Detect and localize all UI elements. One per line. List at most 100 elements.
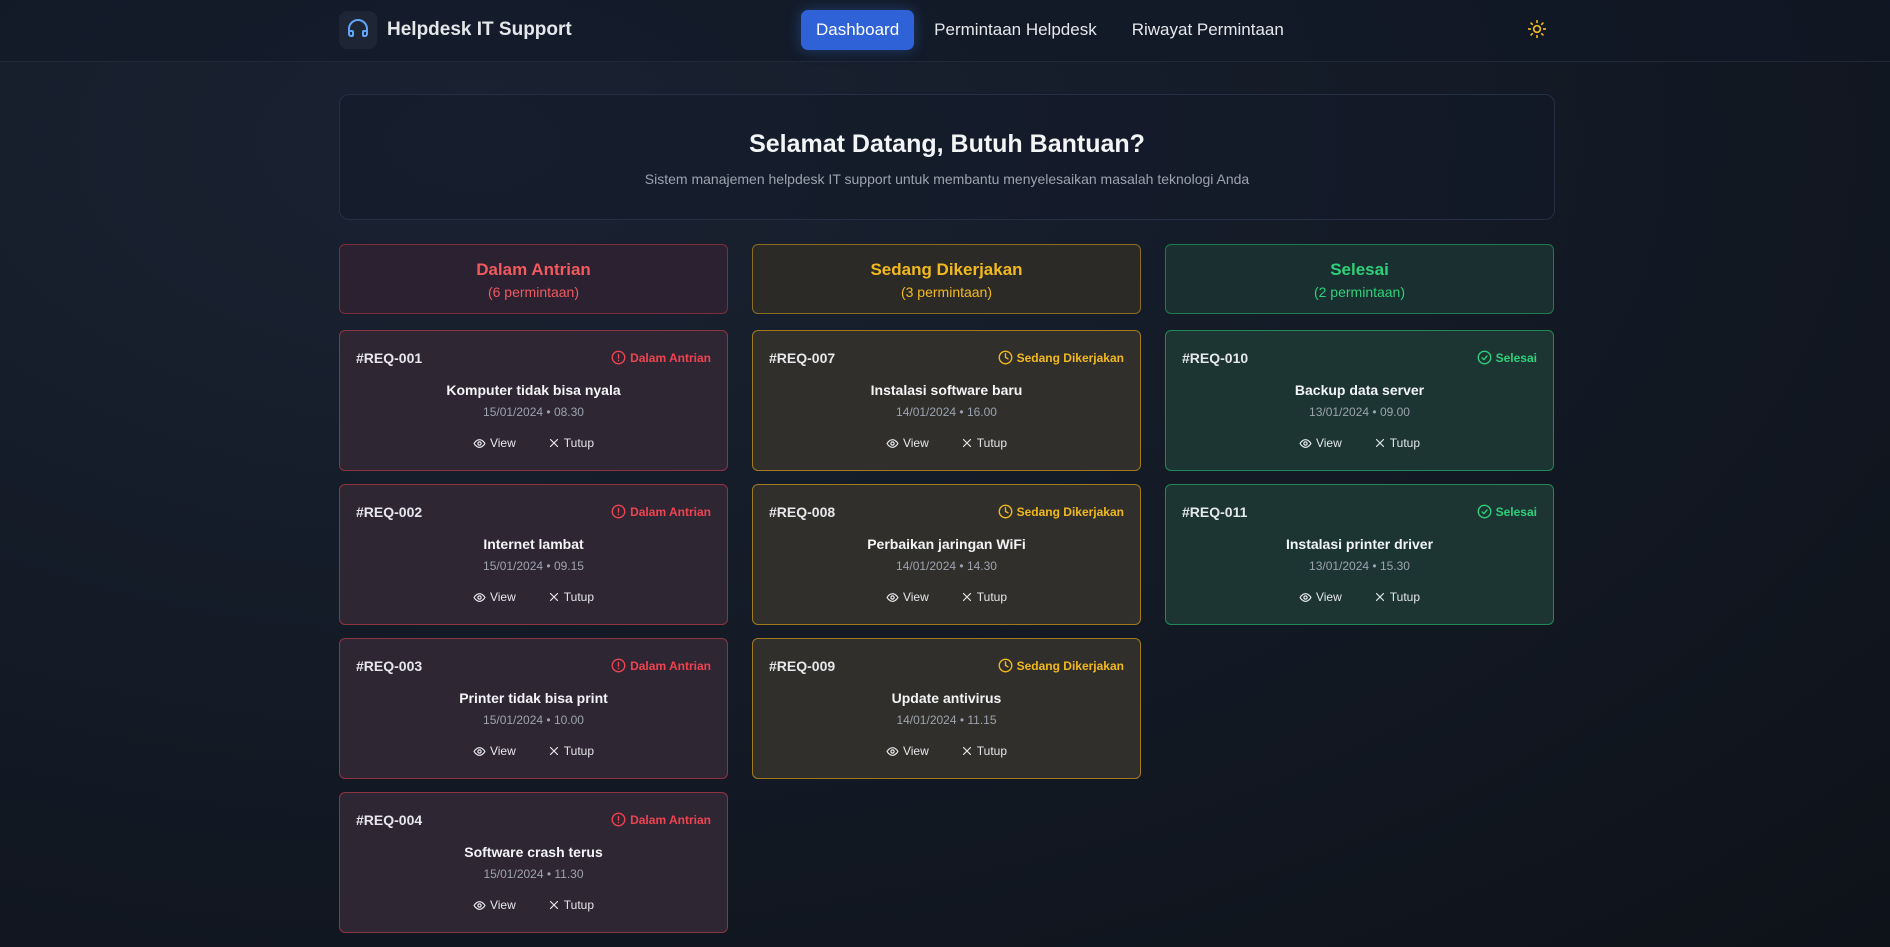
ticket-title: Instalasi software baru [870,382,1023,398]
alert-circle-icon [611,812,626,827]
close-button[interactable]: Tutup [548,744,594,758]
view-button[interactable]: View [1299,436,1342,450]
view-label: View [1315,590,1342,604]
column-count: (2 permintaan) [1313,284,1406,300]
view-button[interactable]: View [473,590,516,604]
main-nav: Dashboard Permintaan Helpdesk Riwayat Pe… [801,9,1304,51]
column-title: Dalam Antrian [476,260,591,279]
ticket-date: 15/01/2024 • 08.30 [483,405,584,419]
column-selesai: Selesai (2 permintaan) #REQ-010 Selesai … [1165,244,1554,625]
view-label: View [902,744,929,758]
column-count: (3 permintaan) [900,284,993,300]
ticket-card[interactable]: #REQ-009 Sedang Dikerjakan Update antivi… [752,638,1141,779]
close-icon [549,438,558,448]
ticket-card[interactable]: #REQ-010 Selesai Backup data server 13/0… [1165,330,1554,471]
ticket-date: 13/01/2024 • 15.30 [1309,559,1410,573]
eye-icon [473,746,486,756]
eye-icon [1299,438,1312,448]
ticket-title: Printer tidak bisa print [459,690,608,706]
view-button[interactable]: View [473,436,516,450]
ticket-card[interactable]: #REQ-008 Sedang Dikerjakan Perbaikan jar… [752,484,1141,625]
ticket-actions: View Tutup [340,436,727,450]
ticket-actions: View Tutup [340,744,727,758]
close-icon [1375,438,1384,448]
close-icon [962,592,971,602]
view-button[interactable]: View [886,590,929,604]
status-badge: Dalam Antrian [611,812,711,827]
welcome-subtitle: Sistem manajemen helpdesk IT support unt… [644,171,1250,187]
status-text: Sedang Dikerjakan [1016,658,1124,673]
eye-icon [473,438,486,448]
view-button[interactable]: View [473,744,516,758]
ticket-title: Perbaikan jaringan WiFi [867,536,1026,552]
eye-icon [886,746,899,756]
close-icon [962,746,971,756]
ticket-date: 15/01/2024 • 09.15 [483,559,584,573]
nav-dashboard[interactable]: Dashboard [801,10,915,50]
close-label: Tutup [563,744,595,758]
ticket-card[interactable]: #REQ-002 Dalam Antrian Internet lambat 1… [339,484,728,625]
status-text: Dalam Antrian [630,812,711,827]
ticket-actions: View Tutup [340,898,727,912]
close-button[interactable]: Tutup [961,436,1007,450]
ticket-title: Komputer tidak bisa nyala [446,382,621,398]
status-badge: Selesai [1477,350,1537,365]
ticket-id: #REQ-011 [1182,504,1248,520]
headset-icon [339,11,377,49]
close-button[interactable]: Tutup [961,590,1007,604]
column-title: Selesai [1330,260,1389,279]
close-button[interactable]: Tutup [548,898,594,912]
ticket-id: #REQ-001 [356,350,423,366]
ticket-id: #REQ-003 [356,658,423,674]
ticket-card[interactable]: #REQ-011 Selesai Instalasi printer drive… [1165,484,1554,625]
close-icon [1375,592,1384,602]
status-badge: Dalam Antrian [611,504,711,519]
status-text: Selesai [1495,350,1537,365]
alert-circle-icon [611,350,626,365]
ticket-card[interactable]: #REQ-001 Dalam Antrian Komputer tidak bi… [339,330,728,471]
ticket-id: #REQ-010 [1182,350,1249,366]
clock-icon [998,658,1013,673]
view-button[interactable]: View [886,436,929,450]
ticket-actions: View Tutup [1166,590,1553,604]
view-label: View [489,898,516,912]
status-text: Sedang Dikerjakan [1016,504,1124,519]
ticket-card[interactable]: #REQ-007 Sedang Dikerjakan Instalasi sof… [752,330,1141,471]
brand[interactable]: Helpdesk IT Support [339,10,572,50]
column-header: Sedang Dikerjakan (3 permintaan) [752,244,1141,314]
status-badge: Sedang Dikerjakan [998,350,1124,365]
check-circle-icon [1477,504,1492,519]
ticket-title: Instalasi printer driver [1285,536,1434,552]
view-button[interactable]: View [473,898,516,912]
column-title: Sedang Dikerjakan [870,260,1023,279]
column-sedang-dikerjakan: Sedang Dikerjakan (3 permintaan) #REQ-00… [752,244,1141,779]
ticket-id: #REQ-004 [356,812,423,828]
ticket-id: #REQ-002 [356,504,423,520]
eye-icon [886,592,899,602]
close-button[interactable]: Tutup [961,744,1007,758]
ticket-card[interactable]: #REQ-004 Dalam Antrian Software crash te… [339,792,728,933]
theme-toggle-button[interactable] [1521,13,1553,45]
close-button[interactable]: Tutup [548,436,594,450]
close-icon [549,746,558,756]
view-label: View [902,436,929,450]
close-button[interactable]: Tutup [548,590,594,604]
view-button[interactable]: View [1299,590,1342,604]
view-label: View [489,436,516,450]
close-label: Tutup [976,590,1008,604]
nav-riwayat-permintaan[interactable]: Riwayat Permintaan [1117,10,1299,50]
close-button[interactable]: Tutup [1374,436,1420,450]
ticket-actions: View Tutup [753,436,1140,450]
ticket-date: 14/01/2024 • 16.00 [896,405,997,419]
view-button[interactable]: View [886,744,929,758]
ticket-date: 14/01/2024 • 14.30 [896,559,997,573]
check-circle-icon [1477,350,1492,365]
ticket-title: Software crash terus [464,844,603,860]
nav-permintaan-helpdesk[interactable]: Permintaan Helpdesk [919,10,1112,50]
column-header: Dalam Antrian (6 permintaan) [339,244,728,314]
ticket-card[interactable]: #REQ-003 Dalam Antrian Printer tidak bis… [339,638,728,779]
clock-icon [998,504,1013,519]
close-label: Tutup [563,436,595,450]
close-icon [962,438,971,448]
close-button[interactable]: Tutup [1374,590,1420,604]
